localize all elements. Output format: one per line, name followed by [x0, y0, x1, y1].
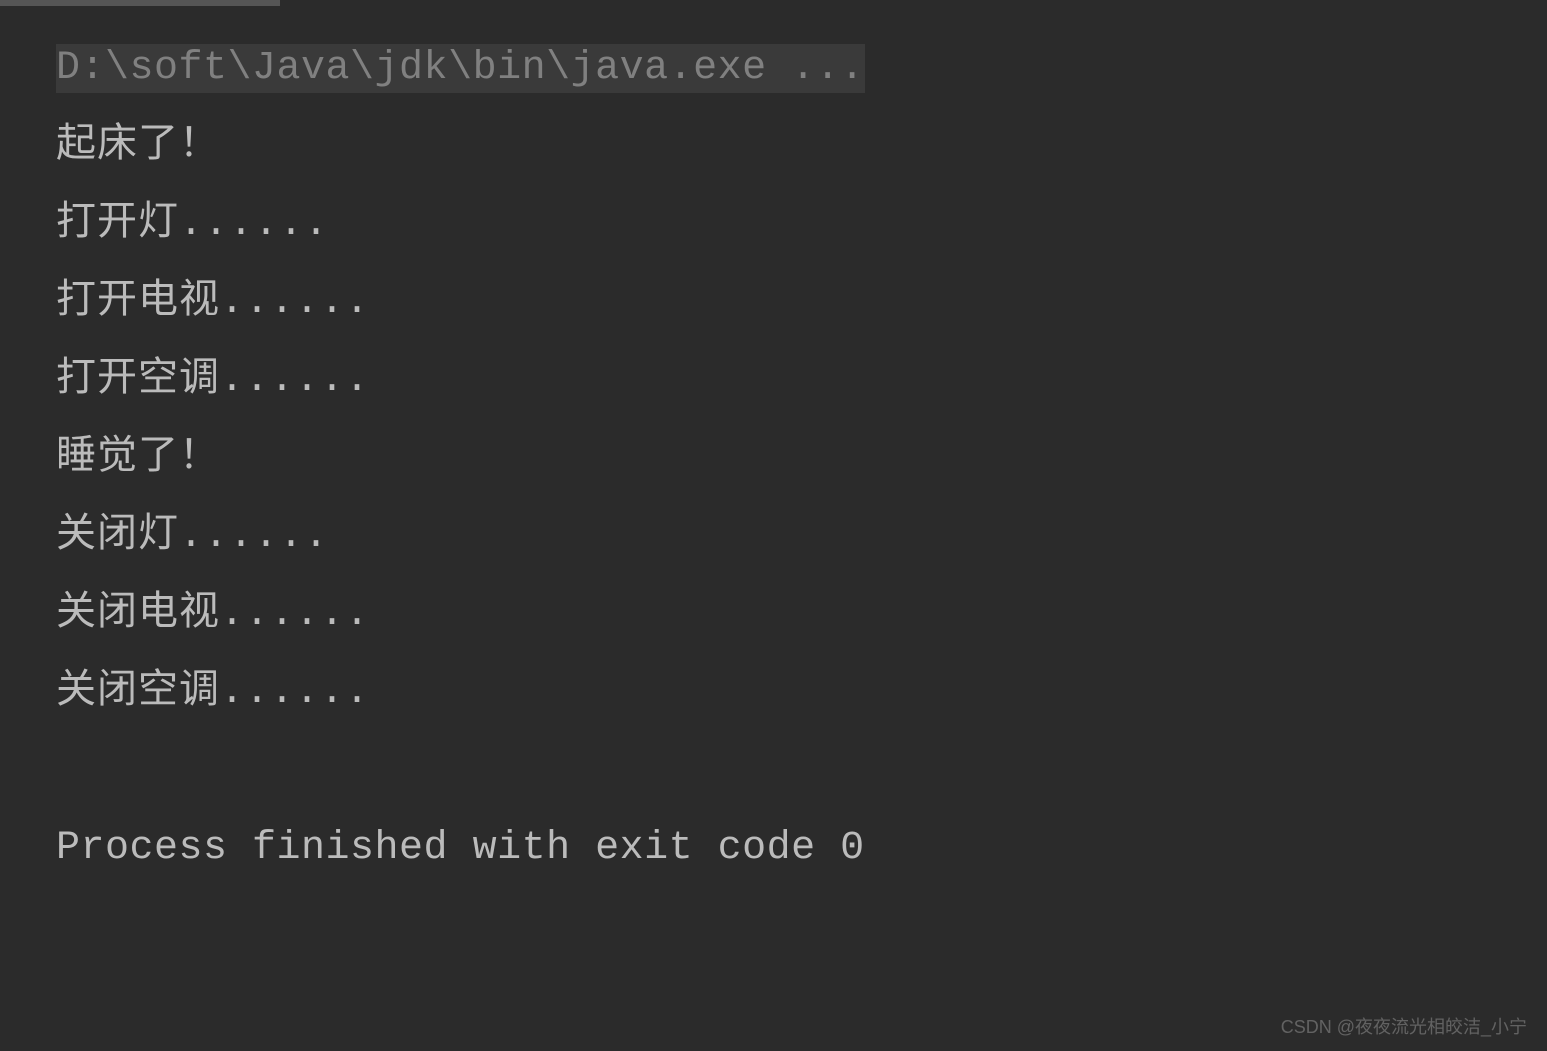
java-command-path: D:\soft\Java\jdk\bin\java.exe ...	[56, 44, 865, 93]
command-line-wrapper: D:\soft\Java\jdk\bin\java.exe ...	[56, 30, 1547, 108]
output-line: 关闭灯......	[56, 498, 1547, 576]
output-line: 关闭电视......	[56, 576, 1547, 654]
process-exit-message: Process finished with exit code 0	[56, 810, 1547, 888]
top-border-highlight	[0, 0, 280, 6]
csdn-watermark: CSDN @夜夜流光相皎洁_小宁	[1281, 1013, 1527, 1039]
output-line: 起床了！	[56, 108, 1547, 186]
output-line: 打开电视......	[56, 264, 1547, 342]
output-line: 打开空调......	[56, 342, 1547, 420]
top-border	[0, 0, 1547, 6]
output-line: 打开灯......	[56, 186, 1547, 264]
output-line: 睡觉了！	[56, 420, 1547, 498]
console-output-area: D:\soft\Java\jdk\bin\java.exe ... 起床了！ 打…	[0, 6, 1547, 888]
blank-line	[56, 732, 1547, 810]
output-line: 关闭空调......	[56, 654, 1547, 732]
